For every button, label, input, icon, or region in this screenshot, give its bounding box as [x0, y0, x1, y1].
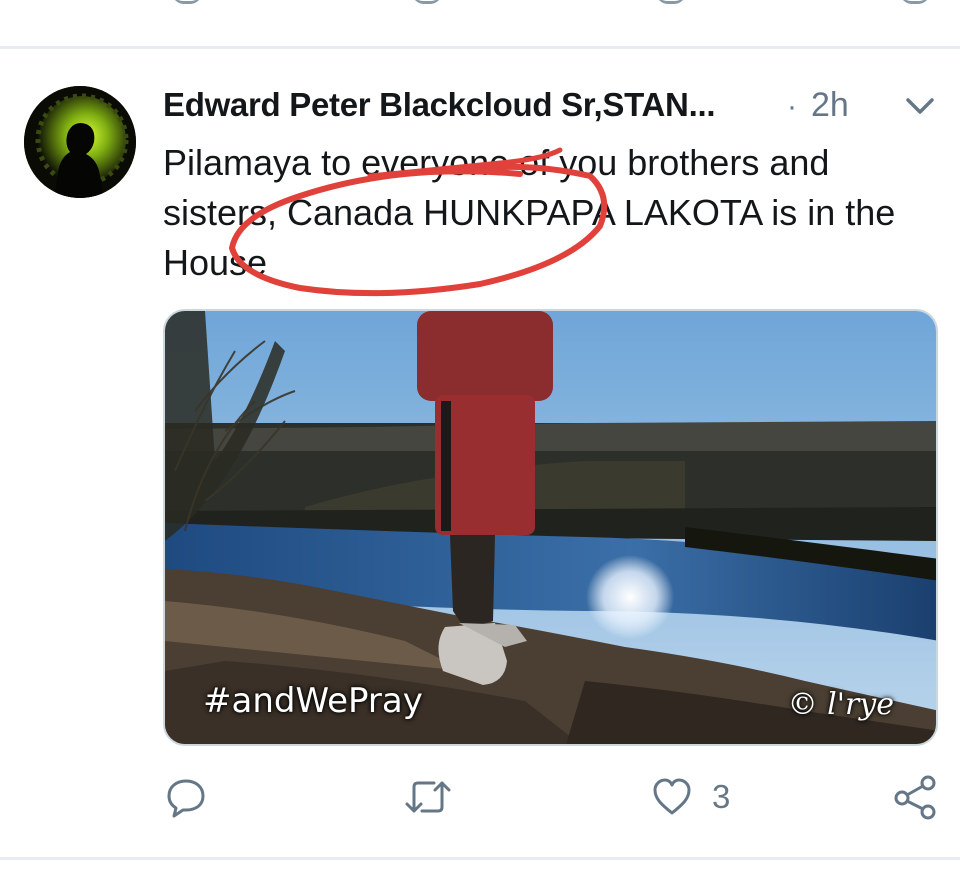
tweet-text-line-3: House	[163, 242, 268, 283]
reply-icon	[167, 779, 205, 818]
divider-top	[0, 46, 960, 49]
share-icon	[894, 775, 936, 820]
tweet-actions: 3	[0, 770, 960, 830]
timestamp[interactable]: 2h	[811, 86, 849, 125]
prev-reply-icon[interactable]	[172, 0, 202, 4]
tweet-text: Pilamaya to everyone of you brothers and…	[163, 138, 923, 288]
tweet-page: Edward Peter Blackcloud Sr,STAN... · 2h …	[0, 0, 960, 873]
avatar[interactable]	[24, 86, 136, 198]
watermark: © l'rye	[787, 687, 894, 722]
chevron-down-icon[interactable]	[902, 94, 938, 118]
divider-bottom	[0, 857, 960, 860]
prev-share-icon[interactable]	[900, 0, 930, 4]
separator-dot: ·	[787, 90, 797, 123]
author-name[interactable]: Edward Peter Blackcloud Sr,STAN...	[163, 86, 763, 124]
tweet-text-line-1: Pilamaya to everyone of you brothers and	[163, 142, 830, 183]
tweet-media-image[interactable]: #andWePray © l'rye	[163, 309, 938, 746]
prev-retweet-icon[interactable]	[412, 0, 442, 4]
prev-heart-icon[interactable]	[656, 0, 686, 4]
share-button[interactable]	[892, 770, 938, 824]
like-count: 3	[712, 778, 731, 815]
hashtag-overlay: #andWePray	[203, 681, 423, 721]
retweet-icon	[405, 781, 451, 813]
heart-icon	[653, 778, 691, 815]
like-button[interactable]: 3	[650, 770, 730, 824]
reply-button[interactable]	[164, 770, 208, 824]
previous-tweet-actions	[0, 0, 960, 12]
tweet-text-line-2: sisters, Canada HUNKPAPA LAKOTA is in th…	[163, 192, 896, 233]
retweet-button[interactable]	[404, 770, 452, 824]
